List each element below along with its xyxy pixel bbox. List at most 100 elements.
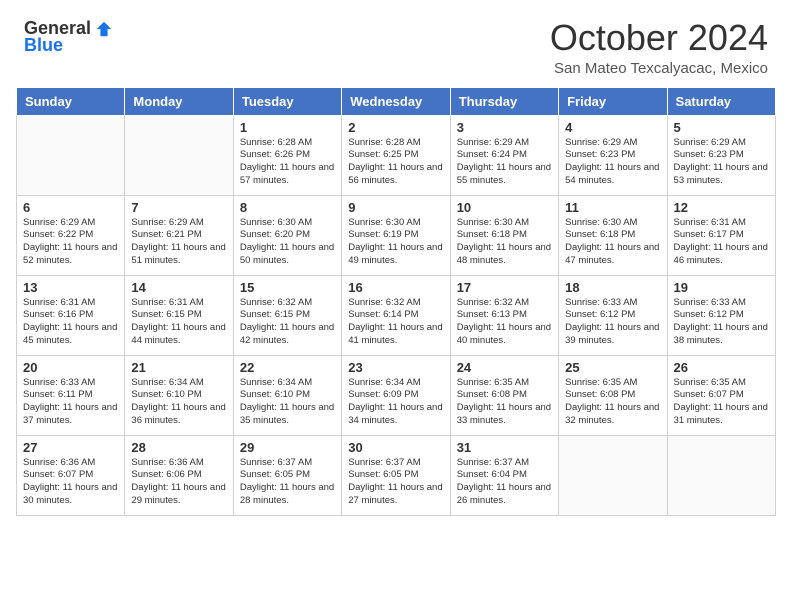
cell-info: Sunrise: 6:28 AM Sunset: 6:25 PM Dayligh… xyxy=(348,137,443,188)
calendar-cell: 4 Sunrise: 6:29 AM Sunset: 6:23 PM Daylig… xyxy=(559,115,667,195)
calendar-cell: 20 Sunrise: 6:33 AM Sunset: 6:11 PM Dayli… xyxy=(17,355,125,435)
calendar-day-header: Saturday xyxy=(667,87,775,115)
calendar-cell: 30 Sunrise: 6:37 AM Sunset: 6:05 PM Dayli… xyxy=(342,435,450,515)
day-number: 24 xyxy=(457,360,552,375)
calendar-cell: 14 Sunrise: 6:31 AM Sunset: 6:15 PM Dayli… xyxy=(125,275,233,355)
cell-info: Sunrise: 6:34 AM Sunset: 6:10 PM Dayligh… xyxy=(131,377,226,428)
day-number: 30 xyxy=(348,440,443,455)
cell-info: Sunrise: 6:31 AM Sunset: 6:15 PM Dayligh… xyxy=(131,297,226,348)
cell-info: Sunrise: 6:32 AM Sunset: 6:14 PM Dayligh… xyxy=(348,297,443,348)
calendar-cell: 13 Sunrise: 6:31 AM Sunset: 6:16 PM Dayli… xyxy=(17,275,125,355)
calendar-cell: 28Sunrise: 6:36 AM Sunset: 6:06 PM Dayli… xyxy=(125,435,233,515)
calendar-cell: 8Sunrise: 6:30 AM Sunset: 6:20 PM Daylig… xyxy=(233,195,341,275)
calendar-cell: 6 Sunrise: 6:29 AM Sunset: 6:22 PM Daylig… xyxy=(17,195,125,275)
day-number: 22 xyxy=(240,360,335,375)
page-header: General Blue October 2024 San Mateo Texc… xyxy=(0,0,792,87)
day-number: 14 xyxy=(131,280,226,295)
calendar-cell: 16 Sunrise: 6:32 AM Sunset: 6:14 PM Dayli… xyxy=(342,275,450,355)
cell-info: Sunrise: 6:28 AM Sunset: 6:26 PM Dayligh… xyxy=(240,137,335,188)
day-number: 20 xyxy=(23,360,118,375)
calendar-cell: 10 Sunrise: 6:30 AM Sunset: 6:18 PM Dayli… xyxy=(450,195,558,275)
day-number: 13 xyxy=(23,280,118,295)
day-number: 4 xyxy=(565,120,660,135)
day-number: 17 xyxy=(457,280,552,295)
cell-info: Sunrise: 6:29 AM Sunset: 6:23 PM Dayligh… xyxy=(674,137,769,188)
day-number: 1 xyxy=(240,120,335,135)
calendar-cell: 24 Sunrise: 6:35 AM Sunset: 6:08 PM Dayli… xyxy=(450,355,558,435)
day-number: 18 xyxy=(565,280,660,295)
month-year-title: October 2024 xyxy=(550,18,768,58)
title-section: October 2024 San Mateo Texcalyacac, Mexi… xyxy=(550,18,768,77)
cell-info: Sunrise: 6:29 AM Sunset: 6:22 PM Dayligh… xyxy=(23,217,118,268)
day-number: 25 xyxy=(565,360,660,375)
logo-icon xyxy=(95,20,113,38)
calendar-cell: 15Sunrise: 6:32 AM Sunset: 6:15 PM Dayli… xyxy=(233,275,341,355)
day-number: 6 xyxy=(23,200,118,215)
calendar-cell: 18 Sunrise: 6:33 AM Sunset: 6:12 PM Dayli… xyxy=(559,275,667,355)
day-number: 21 xyxy=(131,360,226,375)
calendar-week-row: 13 Sunrise: 6:31 AM Sunset: 6:16 PM Dayli… xyxy=(17,275,776,355)
calendar-cell: 7 Sunrise: 6:29 AM Sunset: 6:21 PM Daylig… xyxy=(125,195,233,275)
cell-info: Sunrise: 6:37 AM Sunset: 6:05 PM Dayligh… xyxy=(348,457,443,508)
cell-info: Sunrise: 6:29 AM Sunset: 6:21 PM Dayligh… xyxy=(131,217,226,268)
cell-info: Sunrise: 6:29 AM Sunset: 6:24 PM Dayligh… xyxy=(457,137,552,188)
calendar-cell: 12 Sunrise: 6:31 AM Sunset: 6:17 PM Dayli… xyxy=(667,195,775,275)
cell-info: Sunrise: 6:36 AM Sunset: 6:06 PM Dayligh… xyxy=(131,457,226,508)
calendar-cell xyxy=(17,115,125,195)
calendar-cell: 29 Sunrise: 6:37 AM Sunset: 6:05 PM Dayli… xyxy=(233,435,341,515)
cell-info: Sunrise: 6:33 AM Sunset: 6:12 PM Dayligh… xyxy=(565,297,660,348)
calendar-cell: 2Sunrise: 6:28 AM Sunset: 6:25 PM Daylig… xyxy=(342,115,450,195)
cell-info: Sunrise: 6:34 AM Sunset: 6:10 PM Dayligh… xyxy=(240,377,335,428)
calendar-day-header: Monday xyxy=(125,87,233,115)
calendar-cell xyxy=(667,435,775,515)
cell-info: Sunrise: 6:30 AM Sunset: 6:18 PM Dayligh… xyxy=(565,217,660,268)
calendar-header-row: SundayMondayTuesdayWednesdayThursdayFrid… xyxy=(17,87,776,115)
day-number: 7 xyxy=(131,200,226,215)
calendar-cell: 23Sunrise: 6:34 AM Sunset: 6:09 PM Dayli… xyxy=(342,355,450,435)
calendar-day-header: Friday xyxy=(559,87,667,115)
cell-info: Sunrise: 6:33 AM Sunset: 6:11 PM Dayligh… xyxy=(23,377,118,428)
day-number: 27 xyxy=(23,440,118,455)
day-number: 12 xyxy=(674,200,769,215)
calendar-cell: 3Sunrise: 6:29 AM Sunset: 6:24 PM Daylig… xyxy=(450,115,558,195)
cell-info: Sunrise: 6:30 AM Sunset: 6:20 PM Dayligh… xyxy=(240,217,335,268)
calendar-week-row: 27 Sunrise: 6:36 AM Sunset: 6:07 PM Dayli… xyxy=(17,435,776,515)
calendar-day-header: Sunday xyxy=(17,87,125,115)
cell-info: Sunrise: 6:35 AM Sunset: 6:08 PM Dayligh… xyxy=(565,377,660,428)
day-number: 5 xyxy=(674,120,769,135)
calendar-day-header: Wednesday xyxy=(342,87,450,115)
logo-blue-text: Blue xyxy=(24,35,63,56)
location-subtitle: San Mateo Texcalyacac, Mexico xyxy=(550,60,768,77)
cell-info: Sunrise: 6:35 AM Sunset: 6:08 PM Dayligh… xyxy=(457,377,552,428)
cell-info: Sunrise: 6:31 AM Sunset: 6:16 PM Dayligh… xyxy=(23,297,118,348)
cell-info: Sunrise: 6:36 AM Sunset: 6:07 PM Dayligh… xyxy=(23,457,118,508)
calendar-cell: 5 Sunrise: 6:29 AM Sunset: 6:23 PM Daylig… xyxy=(667,115,775,195)
calendar-cell: 21 Sunrise: 6:34 AM Sunset: 6:10 PM Dayli… xyxy=(125,355,233,435)
calendar-cell: 17 Sunrise: 6:32 AM Sunset: 6:13 PM Dayli… xyxy=(450,275,558,355)
day-number: 26 xyxy=(674,360,769,375)
day-number: 29 xyxy=(240,440,335,455)
cell-info: Sunrise: 6:30 AM Sunset: 6:19 PM Dayligh… xyxy=(348,217,443,268)
day-number: 9 xyxy=(348,200,443,215)
calendar-cell xyxy=(559,435,667,515)
calendar-cell: 1 Sunrise: 6:28 AM Sunset: 6:26 PM Daylig… xyxy=(233,115,341,195)
cell-info: Sunrise: 6:31 AM Sunset: 6:17 PM Dayligh… xyxy=(674,217,769,268)
cell-info: Sunrise: 6:32 AM Sunset: 6:13 PM Dayligh… xyxy=(457,297,552,348)
cell-info: Sunrise: 6:37 AM Sunset: 6:05 PM Dayligh… xyxy=(240,457,335,508)
cell-info: Sunrise: 6:35 AM Sunset: 6:07 PM Dayligh… xyxy=(674,377,769,428)
cell-info: Sunrise: 6:30 AM Sunset: 6:18 PM Dayligh… xyxy=(457,217,552,268)
calendar-cell: 27 Sunrise: 6:36 AM Sunset: 6:07 PM Dayli… xyxy=(17,435,125,515)
calendar-cell: 26 Sunrise: 6:35 AM Sunset: 6:07 PM Dayli… xyxy=(667,355,775,435)
cell-info: Sunrise: 6:29 AM Sunset: 6:23 PM Dayligh… xyxy=(565,137,660,188)
cell-info: Sunrise: 6:37 AM Sunset: 6:04 PM Dayligh… xyxy=(457,457,552,508)
cell-info: Sunrise: 6:32 AM Sunset: 6:15 PM Dayligh… xyxy=(240,297,335,348)
day-number: 19 xyxy=(674,280,769,295)
logo: General Blue xyxy=(24,18,113,56)
day-number: 10 xyxy=(457,200,552,215)
calendar-week-row: 1 Sunrise: 6:28 AM Sunset: 6:26 PM Daylig… xyxy=(17,115,776,195)
day-number: 11 xyxy=(565,200,660,215)
cell-info: Sunrise: 6:34 AM Sunset: 6:09 PM Dayligh… xyxy=(348,377,443,428)
calendar-cell: 11 Sunrise: 6:30 AM Sunset: 6:18 PM Dayli… xyxy=(559,195,667,275)
day-number: 16 xyxy=(348,280,443,295)
calendar-cell: 19Sunrise: 6:33 AM Sunset: 6:12 PM Dayli… xyxy=(667,275,775,355)
